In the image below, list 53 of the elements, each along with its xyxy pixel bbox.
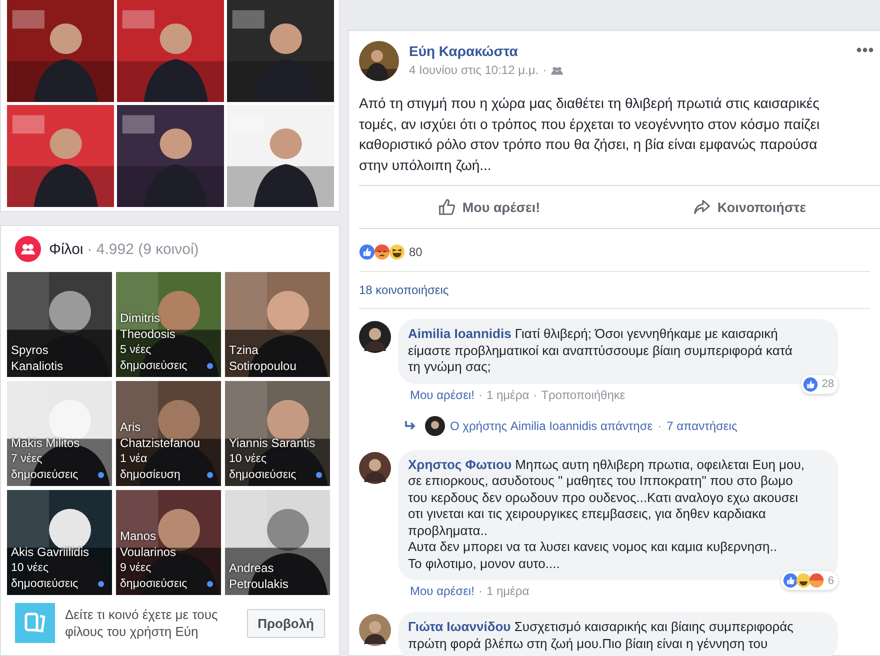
- angry-reaction-icon[interactable]: [374, 244, 390, 260]
- comment-text: Χρηστος Φωτιου Μηπως αυτη ηθλιβερη πρωτια, οφειλεται Ευη μου, σε επιορκους, ασυδοτους " μαθητες του Ιπποκρατη" που στο βωμο του κερδους δεν ορωδουν προ ουδενος...Κατι αναλογο εχω ακουσει οτι γινεται και τις χειρουργικες επεμβασεις, για δηθεν καρδιακα προβληματα.. Αυτα δεν μπορει να τα λυσει κανεις νομος και καμια κυβερνηση.. Το φιλοτιμο, μονον αυτο....: [408, 456, 806, 572]
- separator-dot: ·: [478, 388, 482, 402]
- like-link[interactable]: Μου αρέσει!: [410, 584, 474, 598]
- reaction-count[interactable]: 80: [409, 245, 422, 259]
- commenter-name[interactable]: Χρηστος Φωτιου: [408, 456, 512, 472]
- commenter-name[interactable]: Aimilia Ioannidis: [408, 326, 512, 341]
- share-button[interactable]: Κοινοποιήστε: [620, 186, 880, 228]
- friend-name[interactable]: Dimitris Theodosis: [120, 310, 212, 342]
- mutual-friends-text: Δείτε τι κοινό έχετε με τους φίλους του χρήστη Εύη: [65, 606, 219, 640]
- friends-count: · 4.992 (9 κοινοί): [87, 240, 199, 258]
- like-reaction-icon: [802, 376, 818, 392]
- view-button[interactable]: Προβολή: [246, 608, 325, 638]
- comment-meta: 1 ημέρα: [486, 388, 530, 402]
- new-posts-label: 9 νέες δημοσιεύσεις: [120, 561, 188, 592]
- new-posts-label: 10 νέες δημοσιεύσεις: [11, 561, 80, 592]
- friends-icon[interactable]: [550, 66, 563, 74]
- author-name[interactable]: Εύη Καρακώστα: [409, 43, 563, 59]
- friend-name[interactable]: Yiannis Sarantis: [229, 435, 316, 451]
- comment-text: Γιώτα Ιωαννίδου Συσχετισμό καισαρικής και βίαιης συμπεριφοράς πρώτη φορά βλέπω στη ζωή μου.Πιο βίαιη είναι η γέννηση του: [408, 619, 794, 652]
- commenter-name[interactable]: Γιώτα Ιωαννίδου: [408, 619, 511, 634]
- replies-count[interactable]: 7 απαντήσεις: [666, 418, 738, 432]
- separator-dot: ·: [658, 418, 662, 432]
- separator-dot: ·: [533, 388, 538, 402]
- thumbs-up-icon: [438, 198, 456, 216]
- like-reaction-icon: [782, 573, 798, 588]
- friends-icon: [15, 236, 41, 262]
- like-button[interactable]: Μου αρέσει!: [359, 186, 620, 228]
- post-text: Από τη στιγμή που η χώρα μας διαθέτει τη θλιβερή πρωτιά στις καισαρικές τομές, αν ισχύει ότι ο τρόπος που έρχεται το νεογέννητο στον κόσμο παίζει καθοριστικό ρόλο στον τρόπο που θα ζήσει, η βία είναι εμφανώς παρούσα στην υπόλοιπη ζωή...: [359, 94, 821, 175]
- reply-arrow-icon: [404, 420, 416, 430]
- replies-link[interactable]: Ο χρήστης Aimilia Ioannidis απάντησε: [450, 418, 653, 432]
- new-posts-label: 10 νέες δημοσιεύσεις: [229, 452, 298, 483]
- angry-reaction-icon: [808, 573, 824, 588]
- friend-name[interactable]: Aris Chatzistefanou: [120, 419, 212, 451]
- laughing-reaction-icon[interactable]: [389, 244, 405, 260]
- friends-title[interactable]: Φίλοι: [49, 240, 84, 258]
- comment-meta: 1 ημέρα: [486, 584, 530, 598]
- laughing-reaction-icon: [796, 573, 811, 588]
- separator-dot: ·: [542, 63, 547, 77]
- comment-text: Aimilia Ioannidis Γιατί θλιβερή; Όσοι γεννηθήκαμε με καισαρική είμαστε προβληματικοί και αναπτύσσουμε βίαιη συμπεριφορά κατά τη γνώμη σας;: [408, 326, 794, 376]
- new-posts-label: 1 νέα δημοσίευση: [120, 452, 182, 483]
- like-reaction-icon[interactable]: [359, 244, 375, 260]
- comment-meta: Τροποποιήθηκε: [541, 388, 626, 402]
- friends-cards-icon: [15, 603, 55, 643]
- new-posts-label: 5 νέες δημοσιεύσεις: [120, 343, 188, 374]
- separator-dot: ·: [478, 584, 482, 598]
- share-arrow-icon: [693, 198, 712, 216]
- shares-link[interactable]: 18 κοινοποιήσεις: [359, 283, 449, 297]
- friend-name[interactable]: Manos Voularinos: [120, 528, 212, 560]
- more-icon[interactable]: [856, 47, 874, 53]
- like-link[interactable]: Μου αρέσει!: [410, 388, 474, 402]
- friend-name[interactable]: Akis Gavriilidis: [11, 544, 90, 560]
- new-posts-label: 7 νέες δημοσιεύσεις: [11, 452, 80, 483]
